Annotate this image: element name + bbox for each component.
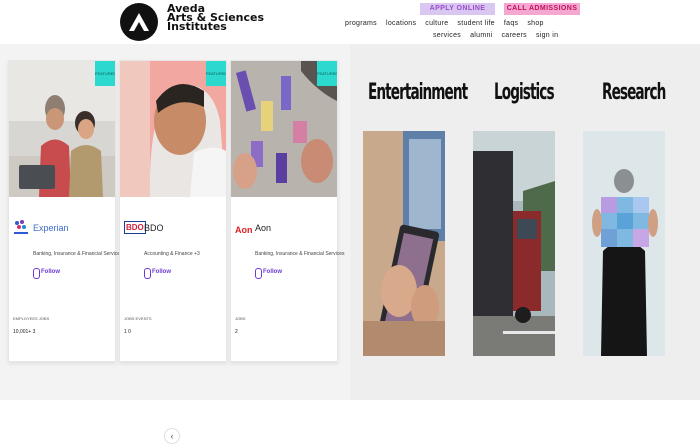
company-name[interactable]: BDO [144,223,164,233]
site-header: Aveda Arts & Sciences Institutes APPLY O… [0,0,700,44]
employer-card-aon[interactable]: FEATURED Aon Aon Banking, Insurance & Fi… [230,60,345,362]
card-photo-people-laptop: FEATURED [9,61,115,197]
follow-icon[interactable] [144,268,151,279]
stat-labels: EMPLOYEES JOBS [13,316,50,321]
featured-tag: FEATURED [95,61,115,86]
category-image-entertainment[interactable] [363,131,445,356]
brand-name[interactable]: Aveda Arts & Sciences Institutes [167,3,264,32]
nav-services[interactable]: services [433,32,461,39]
industry-text: Accounting & Finance +3 [144,251,200,257]
employer-cards-section: FEATURED Experian Banking, Insurance & F… [0,44,350,444]
follow-icon[interactable] [33,268,40,279]
aon-logo-icon: Aon [235,225,253,235]
category-image-logistics[interactable] [473,131,555,356]
stat-values: 2 [235,329,238,335]
company-name[interactable]: Aon [255,223,271,233]
company-name[interactable]: Experian [33,223,69,233]
primary-nav: programs locations culture student life … [345,20,544,27]
aveda-logo-icon[interactable] [120,3,158,41]
nav-alumni[interactable]: alumni [470,32,492,39]
experian-logo-icon [13,217,29,239]
industry-text: Banking, Insurance & Financial Services [255,251,345,257]
employer-card-bdo[interactable]: FEATURED BDO BDO Accounting & Finance +3… [119,60,227,362]
nav-locations[interactable]: locations [386,20,416,27]
stat-values: 1 0 [124,329,131,335]
nav-careers[interactable]: careers [502,32,527,39]
stat-labels: JOBS EVENTS [124,316,152,321]
previous-page-button[interactable]: ‹ [164,428,180,444]
nav-culture[interactable]: culture [425,20,448,27]
apply-online-button[interactable]: APPLY ONLINE [420,3,495,15]
nav-shop[interactable]: shop [527,20,543,27]
follow-button[interactable]: Follow [41,269,60,275]
featured-tag: FEATURED [317,61,337,86]
nav-programs[interactable]: programs [345,20,377,27]
nav-student-life[interactable]: student life [457,20,494,27]
follow-icon[interactable] [255,268,262,279]
featured-tag: FEATURED [206,61,226,86]
secondary-nav: services alumni careers sign in [433,32,558,39]
call-admissions-button[interactable]: CALL ADMISSIONS [504,3,580,15]
nav-faqs[interactable]: faqs [504,20,518,27]
industry-text: Banking, Insurance & Financial Services … [33,251,130,257]
category-title-logistics[interactable]: Logistics [494,80,555,105]
stat-values: 10,001+ 3 [13,329,36,335]
employer-card-experian[interactable]: FEATURED Experian Banking, Insurance & F… [8,60,130,362]
follow-button[interactable]: Follow [152,269,171,275]
category-title-research[interactable]: Research [602,80,666,105]
stat-labels: JOBS [235,316,246,321]
follow-button[interactable]: Follow [263,269,282,275]
bdo-logo-icon: BDO [124,221,146,234]
card-photo-man-profile: FEATURED [120,61,226,197]
category-title-entertainment[interactable]: Entertainment [368,80,468,105]
nav-sign-in[interactable]: sign in [536,32,558,39]
card-photo-hands-sticky-notes: FEATURED [231,61,337,197]
industry-categories-section: Entertainment Logistics Research [350,44,700,400]
category-image-research[interactable] [583,131,665,356]
